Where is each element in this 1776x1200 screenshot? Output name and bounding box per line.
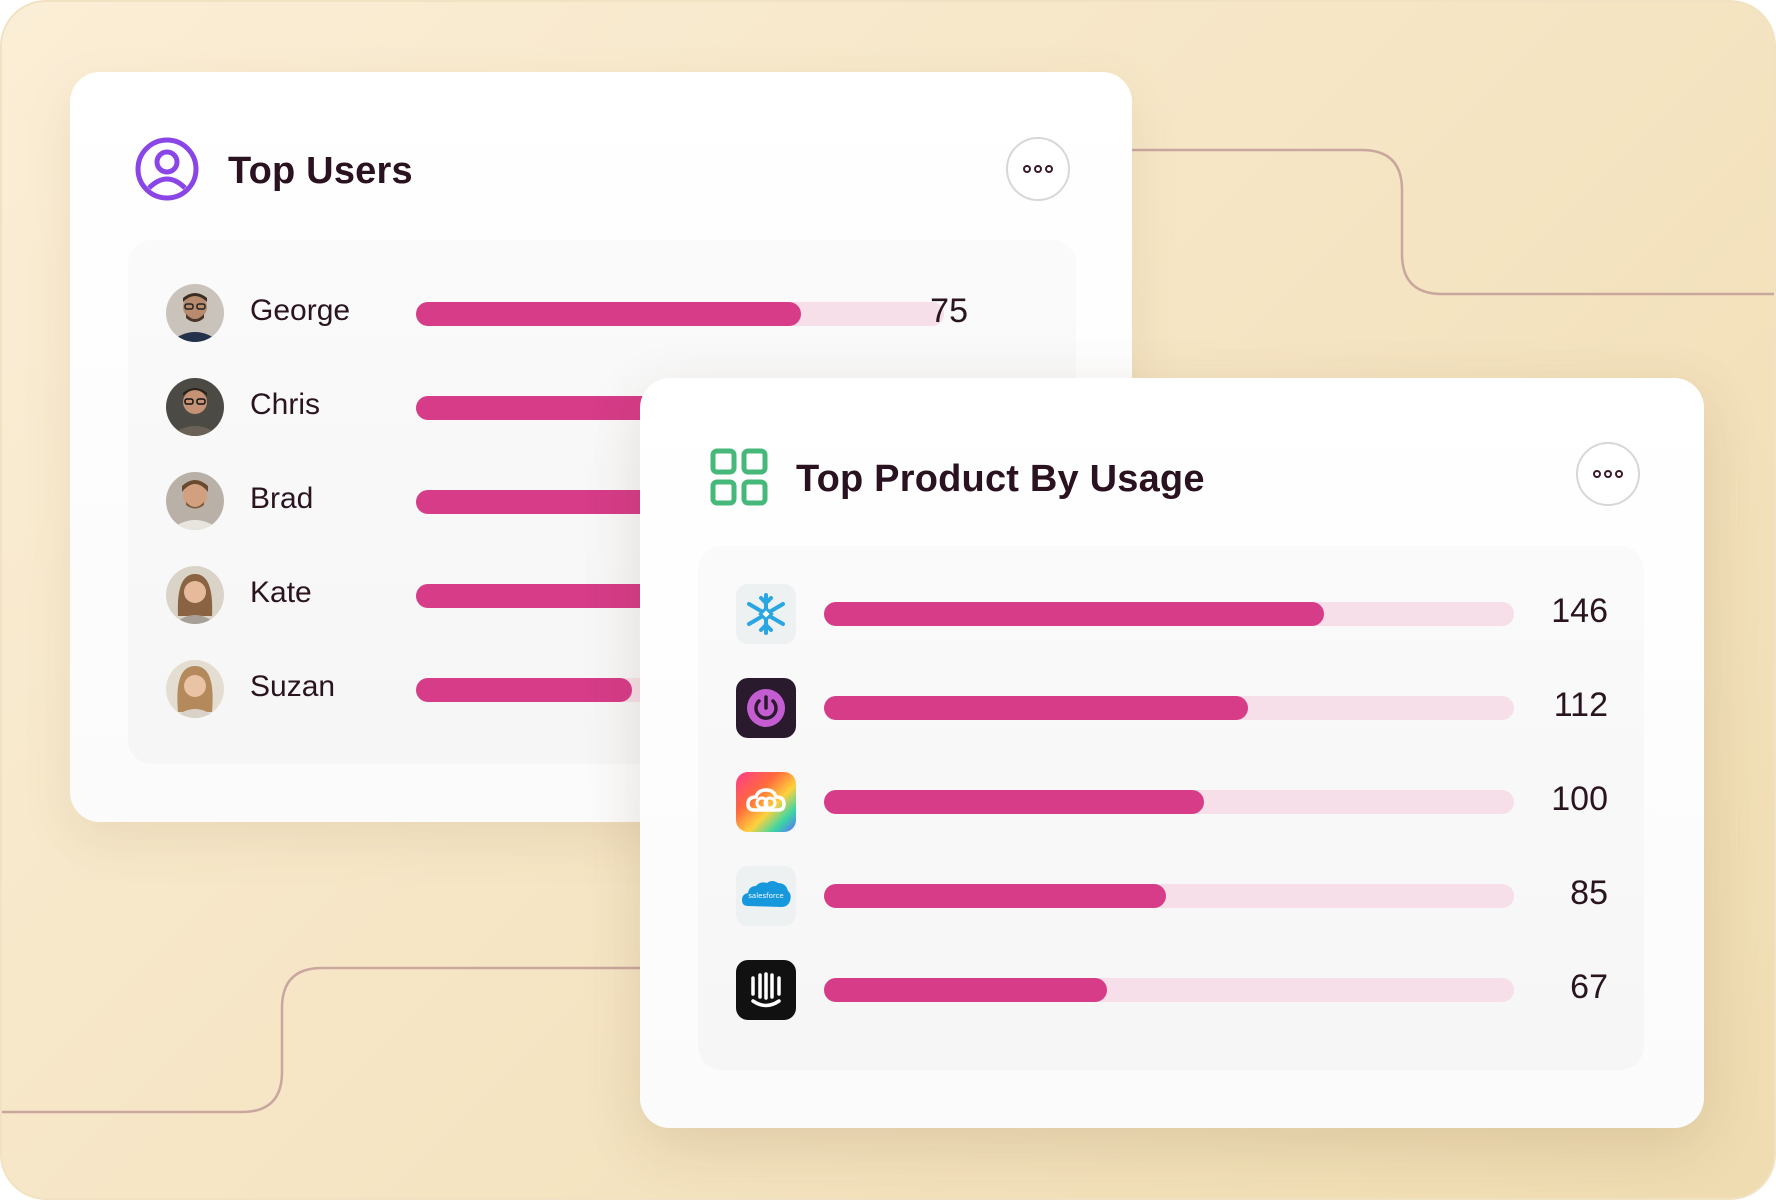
usage-bar-fill bbox=[416, 584, 654, 608]
creative-cloud-icon bbox=[736, 772, 796, 832]
top-products-title: Top Product By Usage bbox=[796, 458, 1205, 500]
usage-value: 75 bbox=[930, 292, 968, 330]
more-dots-icon bbox=[1593, 470, 1601, 478]
usage-bar-track bbox=[824, 790, 1514, 814]
top-users-title: Top Users bbox=[228, 150, 413, 192]
more-dot bbox=[1034, 165, 1042, 173]
product-row-salesforce[interactable]: salesforce 85 bbox=[698, 866, 1644, 926]
product-row-creative-cloud[interactable]: 100 bbox=[698, 772, 1644, 832]
usage-bar-fill bbox=[824, 696, 1249, 720]
top-users-more-button[interactable] bbox=[1006, 137, 1070, 201]
usage-bar-fill bbox=[416, 678, 633, 702]
power-icon bbox=[736, 678, 796, 738]
top-products-card: Top Product By Usage 146 112 100 salesfo… bbox=[640, 378, 1704, 1128]
usage-bar-track bbox=[824, 602, 1514, 626]
more-dot bbox=[1604, 470, 1612, 478]
usage-bar-fill bbox=[824, 790, 1204, 814]
usage-bar-fill bbox=[416, 302, 802, 326]
usage-value: 67 bbox=[1570, 968, 1608, 1006]
usage-value: 85 bbox=[1570, 874, 1608, 912]
avatar-brad bbox=[166, 472, 224, 530]
user-row-george[interactable]: George 75 bbox=[128, 284, 1076, 344]
product-row-snowflake[interactable]: 146 bbox=[698, 584, 1644, 644]
user-name: Chris bbox=[250, 388, 321, 421]
grid-icon bbox=[710, 448, 768, 511]
more-dot bbox=[1045, 165, 1053, 173]
usage-bar-track bbox=[824, 696, 1514, 720]
top-products-list: 146 112 100 salesforce 85 67 bbox=[698, 546, 1644, 1070]
top-users-header: Top Users bbox=[134, 136, 413, 207]
more-dots-icon bbox=[1023, 165, 1031, 173]
salesforce-icon: salesforce bbox=[736, 866, 796, 926]
svg-text:salesforce: salesforce bbox=[748, 892, 783, 900]
top-products-header: Top Product By Usage bbox=[710, 448, 1205, 511]
usage-bar-fill bbox=[416, 396, 654, 420]
product-row-intercom[interactable]: 67 bbox=[698, 960, 1644, 1020]
more-dot bbox=[1615, 470, 1623, 478]
user-name: George bbox=[250, 294, 351, 327]
user-name: Kate bbox=[250, 576, 312, 609]
avatar-george bbox=[166, 284, 224, 342]
avatar-chris bbox=[166, 378, 224, 436]
intercom-icon bbox=[736, 960, 796, 1020]
avatar-kate bbox=[166, 566, 224, 624]
user-name: Brad bbox=[250, 482, 314, 515]
usage-bar-track bbox=[416, 302, 944, 326]
user-circle-icon bbox=[134, 136, 200, 207]
usage-bar-fill bbox=[824, 884, 1166, 908]
avatar-suzan bbox=[166, 660, 224, 718]
user-name: Suzan bbox=[250, 670, 336, 703]
usage-value: 146 bbox=[1551, 592, 1608, 630]
product-row-power[interactable]: 112 bbox=[698, 678, 1644, 738]
usage-value: 100 bbox=[1551, 780, 1608, 818]
usage-bar-fill bbox=[416, 490, 654, 514]
usage-bar-fill bbox=[824, 978, 1107, 1002]
usage-bar-track bbox=[824, 978, 1514, 1002]
top-products-more-button[interactable] bbox=[1576, 442, 1640, 506]
usage-bar-fill bbox=[824, 602, 1325, 626]
snowflake-icon bbox=[736, 584, 796, 644]
usage-bar-track bbox=[824, 884, 1514, 908]
usage-value: 112 bbox=[1553, 686, 1608, 724]
